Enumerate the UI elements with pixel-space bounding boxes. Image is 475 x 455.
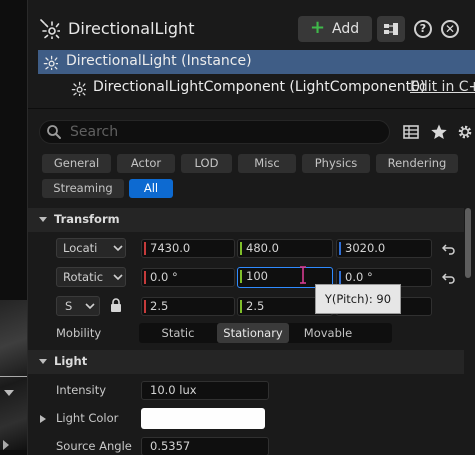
panel-divider [28, 108, 475, 109]
mobility-stationary-option[interactable]: Stationary [217, 323, 289, 343]
blueprint-icon [384, 23, 398, 35]
location-y-value: 480.0 [246, 241, 279, 255]
text-cursor-icon [300, 266, 306, 284]
source-angle-label: Source Angle [56, 439, 132, 453]
rotation-x-value: 0.0 ° [150, 270, 178, 284]
intensity-field[interactable]: 10.0 lux [141, 381, 269, 400]
details-panel: DirectionalLight + Add ? ✕ DirectionalLi… [27, 0, 475, 455]
scale-y-value: 2.5 [246, 299, 265, 313]
rotation-mode-dropdown[interactable]: Rotatic [56, 267, 126, 287]
light-icon [43, 55, 58, 70]
pitch-tooltip: Y(Pitch): 90 [315, 284, 401, 314]
details-scrollbar[interactable] [465, 208, 471, 278]
x-axis-marker [144, 271, 146, 284]
rotation-y-value: 100 [246, 269, 268, 283]
viewport-edge [0, 0, 27, 455]
scale-mode-dropdown[interactable]: S [56, 296, 100, 316]
tree-item-component[interactable]: DirectionalLightComponent (LightComponen… [38, 76, 475, 100]
star-icon[interactable] [430, 123, 448, 141]
viewport-expand-arrow[interactable] [3, 440, 9, 450]
add-component-button[interactable]: + Add [298, 16, 372, 42]
source-angle-field[interactable]: 0.5357 [141, 437, 269, 455]
transform-section-header[interactable]: Transform [28, 208, 464, 232]
chevron-down-icon [113, 245, 123, 252]
light-color-swatch[interactable] [141, 408, 265, 429]
filter-actor[interactable]: Actor [117, 154, 175, 173]
chevron-down-icon [85, 303, 95, 310]
x-axis-marker [144, 300, 146, 313]
z-axis-marker [339, 271, 341, 284]
location-y-field[interactable]: 480.0 [237, 239, 333, 258]
section-title: Light [54, 354, 88, 368]
intensity-value: 10.0 lux [150, 383, 197, 397]
add-button-label: Add [332, 21, 360, 37]
filter-lod[interactable]: LOD [181, 154, 232, 173]
actor-title: DirectionalLight [68, 19, 195, 38]
mobility-movable-option[interactable]: Movable [289, 323, 367, 343]
location-label: Locati [63, 241, 98, 255]
location-z-field[interactable]: 3020.0 [336, 239, 432, 258]
light-section-header[interactable]: Light [28, 350, 464, 374]
location-x-field[interactable]: 7430.0 [141, 239, 235, 258]
filter-general[interactable]: General [42, 154, 111, 173]
lock-icon[interactable] [110, 298, 122, 312]
grid-view-icon[interactable] [402, 123, 420, 141]
viewport-dropdown-arrow[interactable] [4, 390, 14, 396]
y-axis-marker [240, 242, 242, 255]
location-z-value: 3020.0 [345, 241, 386, 255]
filter-rendering[interactable]: Rendering [376, 154, 458, 173]
intensity-label: Intensity [56, 383, 107, 397]
section-title: Transform [54, 212, 120, 226]
light-icon [71, 81, 86, 96]
source-angle-value: 0.5357 [150, 439, 191, 453]
settings-icon[interactable] [456, 123, 474, 141]
tree-item-instance[interactable]: DirectionalLight (Instance) [38, 50, 475, 74]
reset-icon[interactable] [442, 272, 456, 284]
rotation-z-value: 0.0 ° [345, 270, 373, 284]
help-icon[interactable]: ? [414, 20, 432, 38]
y-axis-marker [240, 300, 242, 313]
blueprint-button[interactable] [377, 16, 405, 42]
tree-item-label: DirectionalLight (Instance) [66, 53, 252, 69]
rotation-x-field[interactable]: 0.0 ° [141, 268, 235, 287]
rotation-label: Rotatic [63, 270, 104, 284]
x-axis-marker [144, 242, 146, 255]
scale-label: S [65, 299, 73, 313]
y-axis-marker [240, 270, 242, 283]
light-color-label: Light Color [56, 411, 119, 425]
close-icon[interactable]: ✕ [441, 20, 459, 38]
scale-x-value: 2.5 [150, 299, 169, 313]
location-x-value: 7430.0 [150, 241, 191, 255]
component-tree: DirectionalLight (Instance) DirectionalL… [38, 50, 475, 100]
z-axis-marker [339, 242, 341, 255]
mobility-selector: Static Stationary Movable [139, 323, 392, 343]
reset-icon[interactable] [442, 243, 456, 255]
expand-arrow-icon[interactable] [40, 415, 46, 423]
filter-physics[interactable]: Physics [302, 154, 370, 173]
plus-icon: + [310, 17, 326, 38]
search-input[interactable]: Search [39, 120, 390, 144]
tree-item-label: DirectionalLightComponent (LightComponen… [93, 79, 426, 95]
details-header: DirectionalLight + Add ? ✕ [28, 12, 475, 46]
search-icon [47, 125, 61, 139]
mobility-label: Mobility [56, 326, 102, 340]
collapse-arrow-icon [39, 359, 47, 364]
filter-all[interactable]: All [129, 179, 173, 198]
chevron-down-icon [113, 274, 123, 281]
location-mode-dropdown[interactable]: Locati [56, 238, 126, 258]
edit-in-cpp-link[interactable]: Edit in C+ [410, 79, 475, 95]
viewport-scenery [0, 300, 27, 450]
light-icon [40, 19, 60, 39]
mobility-static-option[interactable]: Static [139, 323, 217, 343]
collapse-arrow-icon [39, 217, 47, 222]
filter-misc[interactable]: Misc [238, 154, 296, 173]
viewport-divider [0, 376, 27, 377]
scale-x-field[interactable]: 2.5 [141, 297, 235, 316]
search-placeholder: Search [70, 124, 119, 140]
filter-streaming[interactable]: Streaming [42, 179, 124, 198]
